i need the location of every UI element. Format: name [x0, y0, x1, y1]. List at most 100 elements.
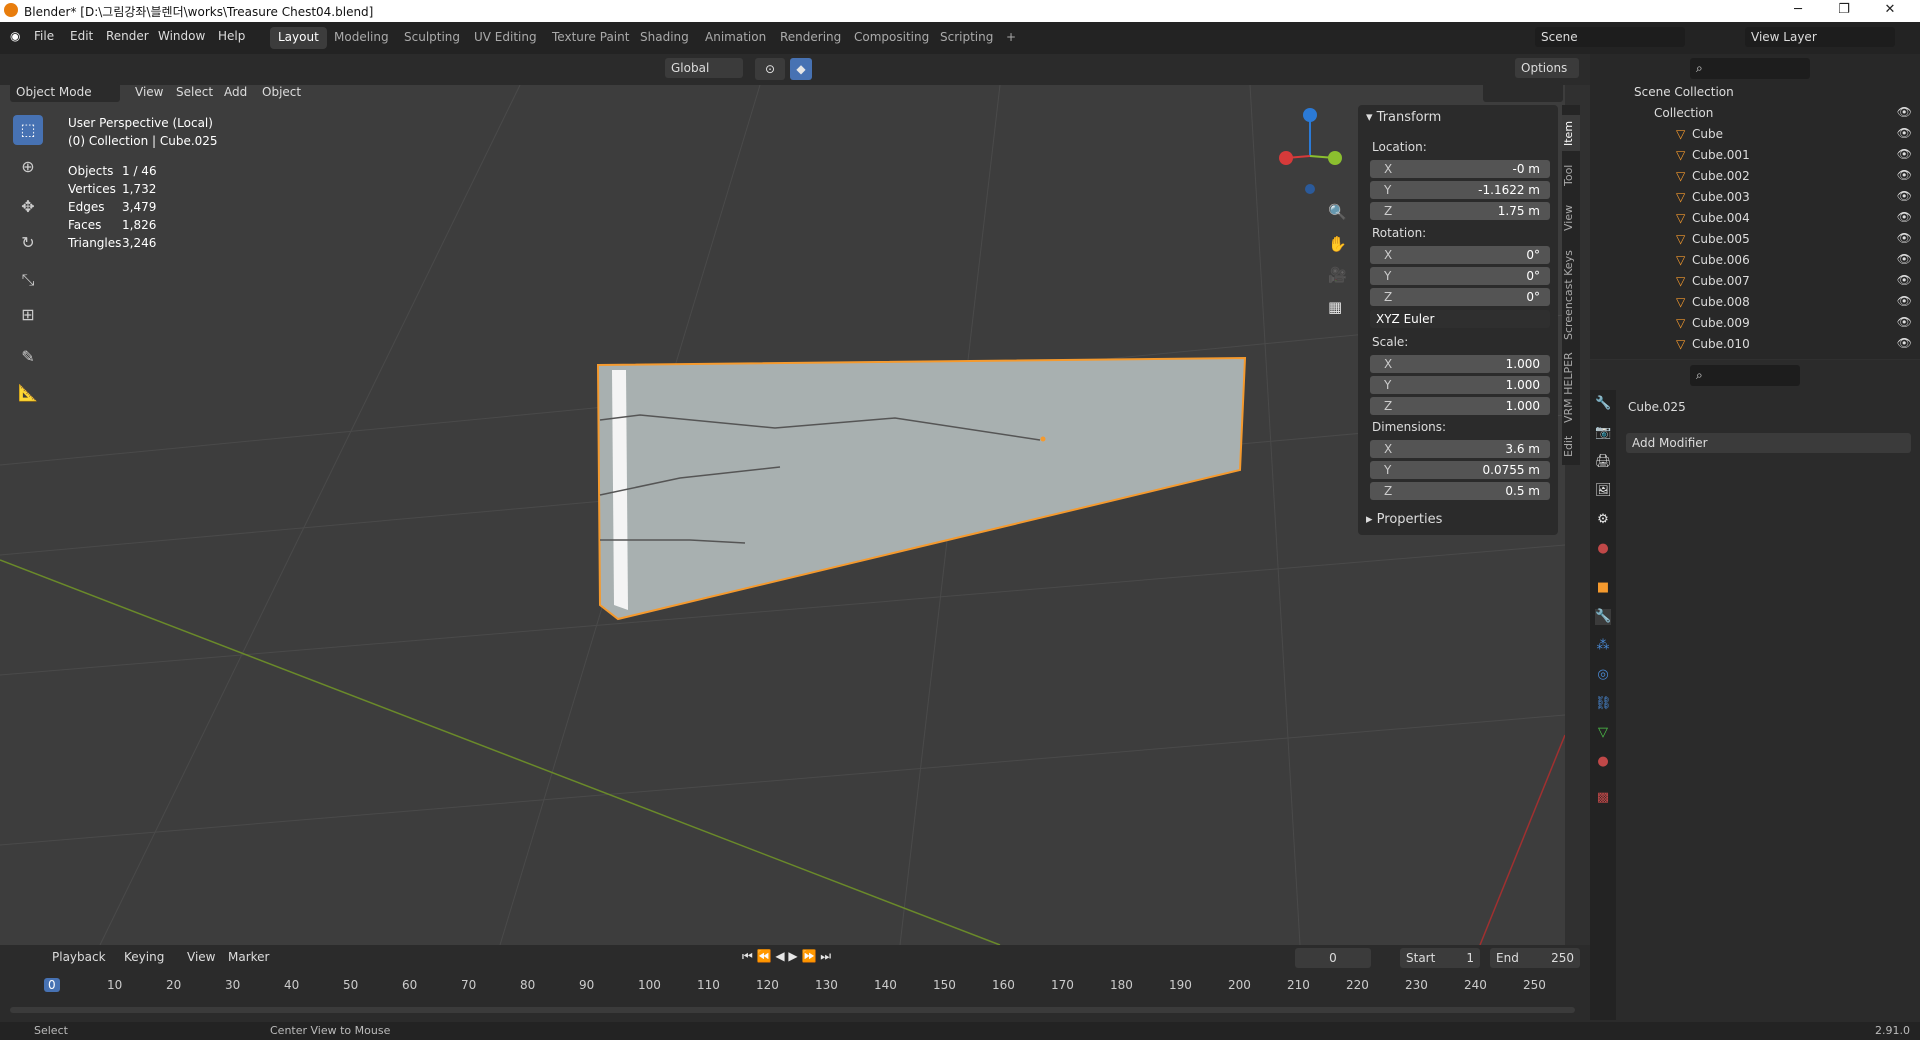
- viewport-menu-object[interactable]: Object: [262, 85, 301, 99]
- viewport-menu-add[interactable]: Add: [224, 85, 247, 99]
- mesh-data-icon[interactable]: ▽: [1595, 725, 1611, 741]
- tab-animation[interactable]: Animation: [697, 27, 774, 49]
- scene-icon[interactable]: ⚙: [1595, 512, 1611, 528]
- tab-vrm-helper[interactable]: VRM HELPER: [1562, 350, 1580, 425]
- timeline-menu-view[interactable]: View: [187, 950, 215, 964]
- annotate-tool-icon[interactable]: ✎: [13, 342, 43, 372]
- rotate-tool-icon[interactable]: ↻: [13, 228, 43, 258]
- eye-icon[interactable]: 👁: [1897, 231, 1912, 245]
- rotation-x-field[interactable]: X 0°: [1370, 246, 1550, 264]
- zoom-icon[interactable]: 🔍: [1328, 203, 1347, 221]
- rotation-z-field[interactable]: Z 0°: [1370, 288, 1550, 306]
- options-button[interactable]: Options: [1515, 58, 1579, 78]
- tool-icon[interactable]: 🔧: [1595, 396, 1611, 412]
- texture-icon[interactable]: ▩: [1595, 790, 1611, 806]
- start-frame-field[interactable]: Start 1: [1400, 948, 1480, 968]
- view-layer-selector[interactable]: View Layer: [1745, 27, 1895, 47]
- playback-controls[interactable]: ⏮ ⏪ ◀ ▶ ⏩ ⏭: [742, 949, 831, 964]
- location-y-field[interactable]: Y -1.1622 m: [1370, 181, 1550, 199]
- transform-orientation-dropdown[interactable]: Global: [665, 58, 743, 78]
- outliner-item[interactable]: ▽ Cube.009 👁: [1590, 313, 1920, 334]
- dimensions-z-field[interactable]: Z 0.5 m: [1370, 482, 1550, 500]
- outliner-collection[interactable]: Collection 👁: [1590, 103, 1920, 124]
- object-icon[interactable]: ■: [1595, 580, 1611, 596]
- scale-tool-icon[interactable]: ⤡: [13, 265, 43, 295]
- snap-icon[interactable]: ◆: [790, 58, 812, 80]
- menu-edit[interactable]: Edit: [70, 29, 93, 43]
- eye-icon[interactable]: 👁: [1897, 168, 1912, 182]
- dimensions-y-field[interactable]: Y 0.0755 m: [1370, 461, 1550, 479]
- tab-uv-editing[interactable]: UV Editing: [466, 27, 545, 49]
- properties-search-input[interactable]: ⌕: [1690, 365, 1800, 386]
- outliner-item[interactable]: ▽ Cube.008 👁: [1590, 292, 1920, 313]
- outliner-item[interactable]: ▽ Cube.002 👁: [1590, 166, 1920, 187]
- select-tool-icon[interactable]: ⬚: [13, 115, 43, 145]
- move-tool-icon[interactable]: ✥: [13, 192, 43, 222]
- eye-icon[interactable]: 👁: [1897, 147, 1912, 161]
- tab-modeling[interactable]: Modeling: [326, 27, 397, 49]
- eye-icon[interactable]: 👁: [1897, 105, 1912, 119]
- eye-icon[interactable]: 👁: [1897, 126, 1912, 140]
- modifier-wrench-icon[interactable]: 🔧: [1595, 609, 1611, 625]
- eye-icon[interactable]: 👁: [1897, 273, 1912, 287]
- render-icon[interactable]: 📷: [1595, 425, 1611, 441]
- timeline-scrollbar[interactable]: [10, 1007, 1575, 1013]
- outliner-scene-collection[interactable]: Scene Collection: [1590, 82, 1920, 103]
- particles-icon[interactable]: ⁂: [1595, 638, 1611, 654]
- world-icon[interactable]: ●: [1595, 541, 1611, 557]
- restore-icon[interactable]: ❐: [1821, 2, 1867, 17]
- blender-menu-icon[interactable]: ◉: [10, 29, 20, 43]
- eye-icon[interactable]: 👁: [1897, 252, 1912, 266]
- current-frame-field[interactable]: 0: [1295, 948, 1371, 968]
- outliner-item[interactable]: ▽ Cube.004 👁: [1590, 208, 1920, 229]
- location-x-field[interactable]: X -0 m: [1370, 160, 1550, 178]
- tab-shading[interactable]: Shading: [632, 27, 697, 49]
- tab-scripting[interactable]: Scripting: [932, 27, 1001, 49]
- menu-help[interactable]: Help: [218, 29, 245, 43]
- tab-item[interactable]: Item: [1562, 115, 1580, 151]
- scene-selector[interactable]: Scene: [1535, 27, 1685, 47]
- output-icon[interactable]: 🖨: [1595, 454, 1612, 470]
- cursor-tool-icon[interactable]: ⊕: [13, 152, 43, 182]
- viewport-menu-select[interactable]: Select: [176, 85, 213, 99]
- add-modifier-dropdown[interactable]: Add Modifier: [1626, 433, 1911, 453]
- eye-icon[interactable]: 👁: [1897, 336, 1912, 350]
- constraints-icon[interactable]: ⛓: [1595, 696, 1612, 712]
- timeline-menu-marker[interactable]: Marker: [228, 950, 269, 964]
- tab-compositing[interactable]: Compositing: [846, 27, 937, 49]
- pan-hand-icon[interactable]: ✋: [1328, 235, 1347, 253]
- tab-sculpting[interactable]: Sculpting: [396, 27, 468, 49]
- add-workspace-button[interactable]: +: [998, 27, 1024, 49]
- timeline-menu-playback[interactable]: Playback: [52, 950, 106, 964]
- tab-view[interactable]: View: [1562, 200, 1580, 236]
- menu-render[interactable]: Render: [106, 29, 149, 43]
- scale-y-field[interactable]: Y 1.000: [1370, 376, 1550, 394]
- close-icon[interactable]: ✕: [1867, 2, 1913, 17]
- physics-icon[interactable]: ◎: [1595, 667, 1611, 683]
- outliner-item[interactable]: ▽ Cube.003 👁: [1590, 187, 1920, 208]
- scale-z-field[interactable]: Z 1.000: [1370, 397, 1550, 415]
- tab-texture-paint[interactable]: Texture Paint: [544, 27, 637, 49]
- properties-header[interactable]: ▸ Properties: [1366, 512, 1442, 527]
- outliner-item[interactable]: ▽ Cube.006 👁: [1590, 250, 1920, 271]
- eye-icon[interactable]: 👁: [1897, 189, 1912, 203]
- outliner-item[interactable]: ▽ Cube.010 👁: [1590, 334, 1920, 355]
- outliner-item[interactable]: ▽ Cube 👁: [1590, 124, 1920, 145]
- eye-icon[interactable]: 👁: [1897, 294, 1912, 308]
- transform-tool-icon[interactable]: ⊞: [13, 300, 43, 330]
- transform-header[interactable]: ▾ Transform: [1366, 110, 1441, 125]
- view-layer-icon[interactable]: 🖼: [1595, 483, 1612, 499]
- eye-icon[interactable]: 👁: [1897, 315, 1912, 329]
- material-icon[interactable]: ●: [1595, 754, 1611, 770]
- shading-mode-buttons[interactable]: [1483, 82, 1563, 102]
- rotation-y-field[interactable]: Y 0°: [1370, 267, 1550, 285]
- end-frame-field[interactable]: End 250: [1490, 948, 1580, 968]
- camera-icon[interactable]: 🎥: [1328, 266, 1347, 284]
- dimensions-x-field[interactable]: X 3.6 m: [1370, 440, 1550, 458]
- mode-selector[interactable]: Object Mode: [10, 82, 120, 102]
- menu-window[interactable]: Window: [158, 29, 205, 43]
- outliner-item[interactable]: ▽ Cube.007 👁: [1590, 271, 1920, 292]
- outliner-item[interactable]: ▽ Cube.001 👁: [1590, 145, 1920, 166]
- scale-x-field[interactable]: X 1.000: [1370, 355, 1550, 373]
- tab-tool[interactable]: Tool: [1562, 157, 1580, 193]
